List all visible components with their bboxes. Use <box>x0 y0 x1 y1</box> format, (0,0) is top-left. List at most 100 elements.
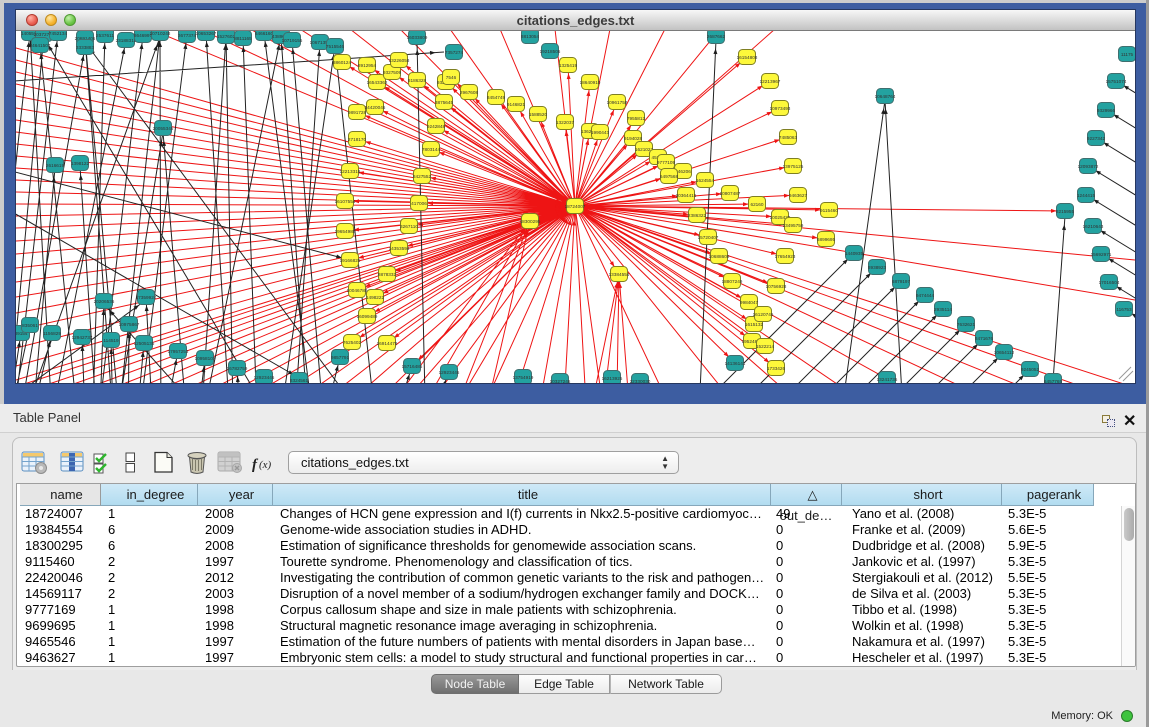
svg-text:13754919: 13754919 <box>513 375 534 380</box>
svg-text:417006: 417006 <box>411 201 427 206</box>
svg-text:16120746: 16120746 <box>753 312 774 317</box>
svg-text:1990443: 1990443 <box>591 130 610 135</box>
svg-text:10975867: 10975867 <box>119 322 140 327</box>
svg-text:17359924: 17359924 <box>136 295 157 300</box>
svg-text:1322037: 1322037 <box>556 120 575 125</box>
svg-text:10756928: 10756928 <box>766 284 787 289</box>
svg-text:10807487: 10807487 <box>720 191 741 196</box>
svg-text:62160: 62160 <box>750 202 763 207</box>
svg-text:9227342: 9227342 <box>1087 136 1106 141</box>
svg-text:3267110: 3267110 <box>400 224 418 229</box>
svg-text:8811165: 8811165 <box>234 36 252 41</box>
svg-text:10654112: 10654112 <box>994 350 1015 355</box>
svg-text:15720407: 15720407 <box>698 235 719 240</box>
svg-text:(x): (x) <box>259 459 272 471</box>
svg-text:9329966: 9329966 <box>1097 108 1116 113</box>
svg-text:6879197: 6879197 <box>892 279 911 284</box>
svg-text:8471676: 8471676 <box>975 336 994 341</box>
svg-text:2967608: 2967608 <box>460 90 479 95</box>
svg-text:7625402: 7625402 <box>343 340 362 345</box>
svg-text:2386322: 2386322 <box>688 213 707 218</box>
svg-text:9857791: 9857791 <box>331 355 350 360</box>
svg-text:1588520: 1588520 <box>529 112 548 117</box>
svg-text:8938923: 8938923 <box>868 265 887 270</box>
svg-text:7632621: 7632621 <box>957 322 976 327</box>
svg-text:10688609: 10688609 <box>709 254 730 259</box>
svg-text:12923446: 12923446 <box>439 370 460 375</box>
svg-text:12093872: 12093872 <box>1078 164 1099 169</box>
svg-text:6497568: 6497568 <box>660 174 679 179</box>
svg-text:16033809: 16033809 <box>407 35 428 40</box>
svg-text:1624554: 1624554 <box>696 178 715 183</box>
svg-text:9474444: 9474444 <box>916 293 935 298</box>
svg-text:12213319: 12213319 <box>340 169 361 174</box>
svg-text:18300295: 18300295 <box>520 219 541 224</box>
svg-text:19166825: 19166825 <box>340 258 361 263</box>
svg-text:10958107: 10958107 <box>195 356 216 361</box>
svg-text:7546: 7546 <box>446 75 457 80</box>
svg-text:12505135: 12505135 <box>134 341 155 346</box>
svg-text:8860124: 8860124 <box>333 60 352 65</box>
svg-text:1733426: 1733426 <box>767 366 786 371</box>
svg-text:16213925: 16213925 <box>602 376 623 381</box>
svg-text:9463627: 9463627 <box>789 193 808 198</box>
svg-text:2537611: 2537611 <box>96 33 114 38</box>
svg-text:9984047: 9984047 <box>740 300 759 305</box>
svg-text:12213967: 12213967 <box>760 79 781 84</box>
svg-text:114519: 114519 <box>103 338 119 343</box>
svg-text:2935114: 2935114 <box>934 307 952 312</box>
svg-text:24641507: 24641507 <box>30 43 51 48</box>
svg-text:10710248: 10710248 <box>150 31 171 36</box>
svg-text:6466160: 6466160 <box>255 31 274 36</box>
svg-text:10973493: 10973493 <box>770 106 791 111</box>
svg-text:7803144: 7803144 <box>422 147 441 152</box>
svg-text:16210643: 16210643 <box>1083 224 1104 229</box>
svg-text:17016504: 17016504 <box>1099 280 1120 285</box>
svg-text:16914479: 16914479 <box>377 341 398 346</box>
svg-text:15751074: 15751074 <box>1106 79 1127 84</box>
svg-text:10653267: 10653267 <box>196 31 217 36</box>
svg-text:19218506: 19218506 <box>540 49 561 54</box>
svg-text:1527602: 1527602 <box>217 34 236 39</box>
svg-text:f: f <box>252 457 259 473</box>
svg-text:16782759: 16782759 <box>227 366 248 371</box>
svg-text:9891728: 9891728 <box>348 110 367 115</box>
svg-text:14136141: 14136141 <box>725 361 746 366</box>
svg-text:8186328: 8186328 <box>408 78 427 83</box>
svg-text:18640910: 18640910 <box>580 80 601 85</box>
svg-text:23188315: 23188315 <box>116 38 137 43</box>
svg-text:8878332: 8878332 <box>378 272 397 277</box>
svg-text:3333883: 3333883 <box>76 45 95 50</box>
svg-text:8215955: 8215955 <box>1056 209 1075 214</box>
svg-text:10719155: 10719155 <box>282 38 303 43</box>
svg-text:1325419: 1325419 <box>559 63 578 68</box>
svg-text:19654985: 19654985 <box>335 229 356 234</box>
svg-text:10046788: 10046788 <box>347 288 368 293</box>
svg-text:11175: 11175 <box>1121 52 1134 57</box>
svg-text:8427552: 8427552 <box>413 174 432 179</box>
svg-text:20364416: 20364416 <box>676 193 697 198</box>
svg-text:9194028: 9194028 <box>624 136 643 141</box>
svg-text:2687662: 2687662 <box>707 34 726 39</box>
svg-text:9242848: 9242848 <box>427 124 446 129</box>
svg-text:14353594: 14353594 <box>389 246 410 251</box>
svg-text:13226058: 13226058 <box>389 58 410 63</box>
svg-text:8813054: 8813054 <box>521 34 540 39</box>
svg-text:1615132: 1615132 <box>745 322 764 327</box>
svg-text:1398122: 1398122 <box>71 161 90 166</box>
svg-text:1498222: 1498222 <box>366 295 385 300</box>
svg-text:7452134: 7452134 <box>49 31 68 36</box>
svg-text:8454749: 8454749 <box>487 95 506 100</box>
svg-text:17654923: 17654923 <box>775 254 796 259</box>
svg-text:7955812: 7955812 <box>627 116 646 121</box>
svg-text:17957253: 17957253 <box>168 349 189 354</box>
svg-text:16107554: 16107554 <box>335 199 356 204</box>
svg-text:116753: 116753 <box>1116 307 1132 312</box>
svg-text:16543362: 16543362 <box>367 80 388 85</box>
svg-text:6899695: 6899695 <box>817 237 836 242</box>
svg-text:9327509: 9327509 <box>383 70 402 75</box>
svg-text:9245052: 9245052 <box>1021 367 1040 372</box>
svg-text:15692971: 15692971 <box>1091 252 1112 257</box>
svg-text:8324561: 8324561 <box>290 378 309 383</box>
svg-text:12923446: 12923446 <box>254 375 275 380</box>
